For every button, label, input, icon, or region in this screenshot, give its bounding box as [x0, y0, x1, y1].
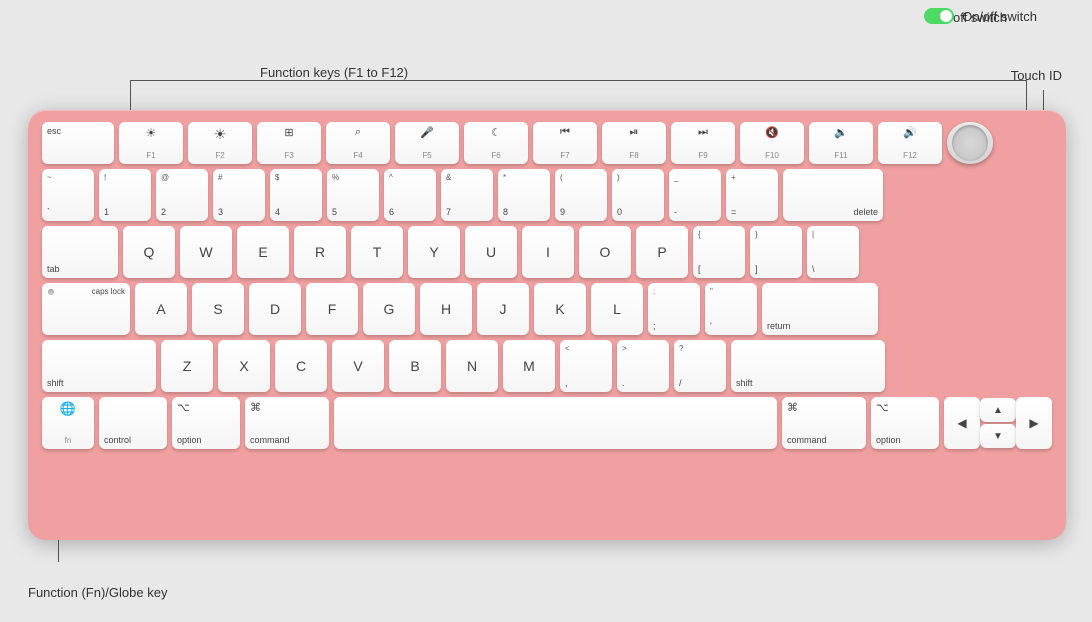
- arrow-keys-cluster: ◀ ▲ ▼ ▶: [944, 397, 1052, 449]
- touchid-sensor: [952, 125, 988, 161]
- key-p[interactable]: P: [636, 226, 688, 278]
- key-0[interactable]: ) 0: [612, 169, 664, 221]
- function-key-row: esc ☀ F1 ☀ F2 ⊞ F3 ⌕ F4 🎤 F5 ☾ F6: [42, 122, 1052, 164]
- key-minus[interactable]: _ -: [669, 169, 721, 221]
- bottom-row: 🌐 fn control ⌥ option ⌘ command ⌘ comman…: [42, 397, 1052, 449]
- key-c[interactable]: C: [275, 340, 327, 392]
- fn-globe-label: Function (Fn)/Globe key: [28, 585, 167, 600]
- function-keys-line: [130, 80, 1027, 81]
- key-period[interactable]: > .: [617, 340, 669, 392]
- key-8[interactable]: * 8: [498, 169, 550, 221]
- key-f3[interactable]: ⊞ F3: [257, 122, 321, 164]
- key-d[interactable]: D: [249, 283, 301, 335]
- key-q[interactable]: Q: [123, 226, 175, 278]
- touchid-button[interactable]: [947, 122, 993, 164]
- key-backslash[interactable]: | \: [807, 226, 859, 278]
- key-f[interactable]: F: [306, 283, 358, 335]
- key-shift-left[interactable]: shift: [42, 340, 156, 392]
- key-3[interactable]: # 3: [213, 169, 265, 221]
- key-n[interactable]: N: [446, 340, 498, 392]
- key-b[interactable]: B: [389, 340, 441, 392]
- qwerty-row: tab Q W E R T Y U I O P: [42, 226, 1052, 278]
- key-f7[interactable]: ⏮ F7: [533, 122, 597, 164]
- key-k[interactable]: K: [534, 283, 586, 335]
- key-return[interactable]: return: [762, 283, 878, 335]
- key-7[interactable]: & 7: [441, 169, 493, 221]
- key-f2[interactable]: ☀ F2: [188, 122, 252, 164]
- key-delete[interactable]: delete: [783, 169, 883, 221]
- onoff-switch-container: On/off switch: [924, 8, 1037, 24]
- key-5[interactable]: % 5: [327, 169, 379, 221]
- key-z[interactable]: Z: [161, 340, 213, 392]
- function-keys-label: Function keys (F1 to F12): [260, 65, 408, 80]
- zxcv-row: shift Z X C V B N M < , > .: [42, 340, 1052, 392]
- key-arrow-right[interactable]: ▶: [1016, 397, 1052, 449]
- key-y[interactable]: Y: [408, 226, 460, 278]
- key-u[interactable]: U: [465, 226, 517, 278]
- function-keys-line-right: [1026, 80, 1027, 110]
- toggle-switch[interactable]: [924, 8, 954, 24]
- arrow-up-down-group: ▲ ▼: [980, 398, 1016, 448]
- number-row: ~ ` ! 1 @ 2 # 3 $ 4 % 5 ^ 6 & 7: [42, 169, 1052, 221]
- asdf-row: caps lock A S D F G H J K L : ;: [42, 283, 1052, 335]
- capslock-indicator: [48, 289, 54, 295]
- key-f5[interactable]: 🎤 F5: [395, 122, 459, 164]
- key-6[interactable]: ^ 6: [384, 169, 436, 221]
- key-v[interactable]: V: [332, 340, 384, 392]
- keyboard: esc ☀ F1 ☀ F2 ⊞ F3 ⌕ F4 🎤 F5 ☾ F6: [28, 110, 1066, 540]
- key-1[interactable]: ! 1: [99, 169, 151, 221]
- key-arrow-down[interactable]: ▼: [980, 424, 1016, 448]
- key-control[interactable]: control: [99, 397, 167, 449]
- key-equals[interactable]: + =: [726, 169, 778, 221]
- key-f12[interactable]: 🔊 F12: [878, 122, 942, 164]
- key-g[interactable]: G: [363, 283, 415, 335]
- key-j[interactable]: J: [477, 283, 529, 335]
- key-rbracket[interactable]: } ]: [750, 226, 802, 278]
- touchid-line: [1043, 90, 1044, 112]
- key-backtick[interactable]: ~ `: [42, 169, 94, 221]
- key-arrow-left[interactable]: ◀: [944, 397, 980, 449]
- key-f4[interactable]: ⌕ F4: [326, 122, 390, 164]
- key-f8[interactable]: ⏯ F8: [602, 122, 666, 164]
- key-h[interactable]: H: [420, 283, 472, 335]
- key-fn-globe[interactable]: 🌐 fn: [42, 397, 94, 449]
- key-shift-right[interactable]: shift: [731, 340, 885, 392]
- key-tab[interactable]: tab: [42, 226, 118, 278]
- key-esc[interactable]: esc: [42, 122, 114, 164]
- key-command-left[interactable]: ⌘ command: [245, 397, 329, 449]
- key-t[interactable]: T: [351, 226, 403, 278]
- key-a[interactable]: A: [135, 283, 187, 335]
- key-space[interactable]: [334, 397, 777, 449]
- key-9[interactable]: ( 9: [555, 169, 607, 221]
- key-comma[interactable]: < ,: [560, 340, 612, 392]
- key-option-right[interactable]: ⌥ option: [871, 397, 939, 449]
- key-f10[interactable]: 🔇 F10: [740, 122, 804, 164]
- key-2[interactable]: @ 2: [156, 169, 208, 221]
- key-m[interactable]: M: [503, 340, 555, 392]
- onoff-switch-label: On/off switch: [962, 9, 1037, 24]
- key-r[interactable]: R: [294, 226, 346, 278]
- key-quote[interactable]: " ': [705, 283, 757, 335]
- function-keys-line-left: [130, 80, 131, 110]
- key-s[interactable]: S: [192, 283, 244, 335]
- key-slash[interactable]: ? /: [674, 340, 726, 392]
- key-w[interactable]: W: [180, 226, 232, 278]
- key-option-left[interactable]: ⌥ option: [172, 397, 240, 449]
- key-semicolon[interactable]: : ;: [648, 283, 700, 335]
- key-f11[interactable]: 🔉 F11: [809, 122, 873, 164]
- key-4[interactable]: $ 4: [270, 169, 322, 221]
- key-arrow-up[interactable]: ▲: [980, 398, 1016, 422]
- key-i[interactable]: I: [522, 226, 574, 278]
- key-l[interactable]: L: [591, 283, 643, 335]
- key-e[interactable]: E: [237, 226, 289, 278]
- key-f6[interactable]: ☾ F6: [464, 122, 528, 164]
- key-f1[interactable]: ☀ F1: [119, 122, 183, 164]
- key-capslock[interactable]: caps lock: [42, 283, 130, 335]
- key-f9[interactable]: ⏭ F9: [671, 122, 735, 164]
- key-x[interactable]: X: [218, 340, 270, 392]
- key-command-right[interactable]: ⌘ command: [782, 397, 866, 449]
- key-lbracket[interactable]: { [: [693, 226, 745, 278]
- key-o[interactable]: O: [579, 226, 631, 278]
